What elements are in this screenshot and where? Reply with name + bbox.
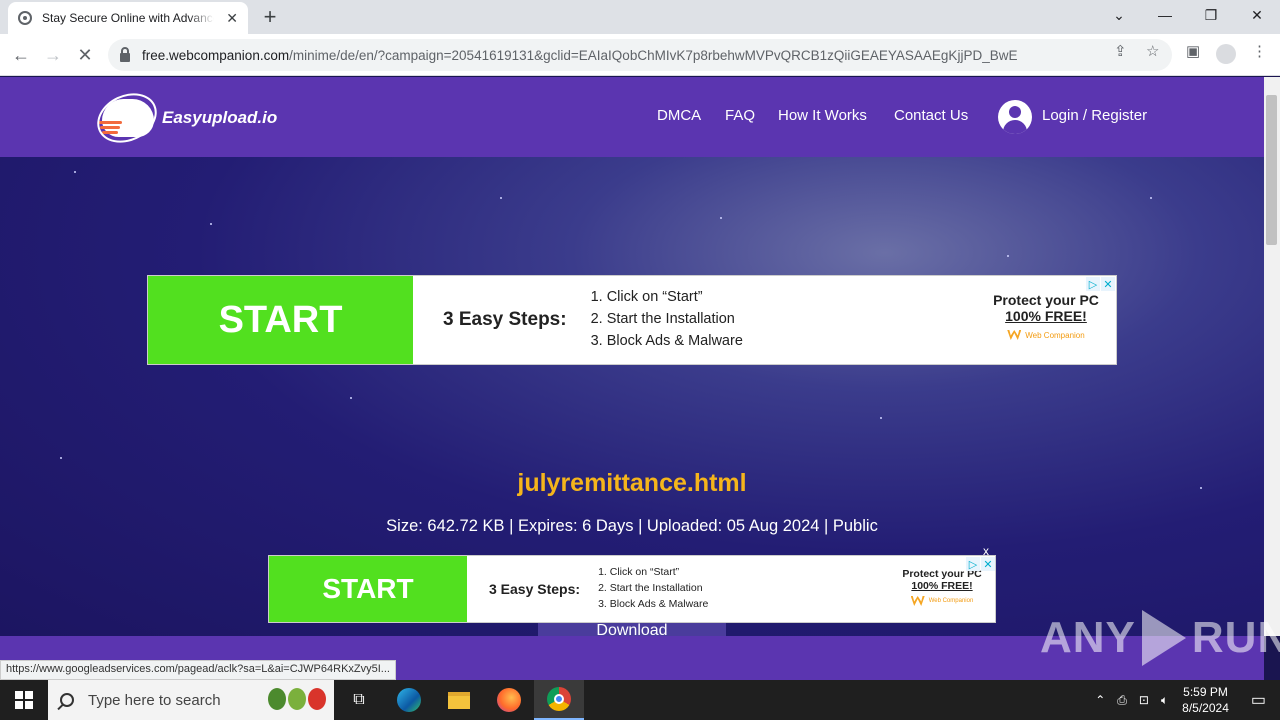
nav-dmca[interactable]: DMCA (657, 107, 701, 124)
clock-date: 8/5/2024 (1182, 701, 1229, 715)
bookmark-star-icon[interactable]: ☆ (1146, 42, 1159, 60)
share-icon[interactable]: ⇪ (1114, 42, 1127, 60)
login-register-link[interactable]: Login / Register (1042, 107, 1147, 124)
site-logo[interactable]: Easyupload.io (89, 84, 278, 152)
file-explorer-icon[interactable] (434, 680, 484, 720)
notifications-icon[interactable]: ▭ (1251, 690, 1266, 710)
profile-avatar-icon[interactable] (1216, 44, 1236, 64)
firefox-icon[interactable] (484, 680, 534, 720)
chrome-icon[interactable] (534, 680, 584, 720)
file-meta: Size: 642.72 KB | Expires: 6 Days | Uplo… (386, 517, 878, 535)
play-logo-icon (1141, 610, 1186, 666)
ad-step: 3. Block Ads & Malware (590, 332, 743, 349)
ad-protect-block: Protect your PC 100% FREE! Web Companion (986, 292, 1106, 340)
new-tab-button[interactable]: + (258, 4, 282, 30)
url-host: free.webcompanion.com (142, 47, 290, 63)
nav-how-it-works[interactable]: How It Works (778, 107, 867, 124)
tray-device-icon[interactable]: ⎙ (1117, 693, 1127, 708)
ad-banner-top[interactable]: START 3 Easy Steps: 1. Click on “Start” … (147, 275, 1117, 365)
web-companion-label: Web Companion (928, 598, 974, 604)
address-bar[interactable]: free.webcompanion.com/minime/de/en/?camp… (108, 39, 1172, 71)
ad-info-icon[interactable]: ▷ (1086, 277, 1100, 291)
site-favicon-icon (18, 11, 32, 25)
task-view-icon[interactable]: ⧉ (334, 680, 384, 720)
ad-steps-title: 3 Easy Steps: (489, 581, 581, 597)
volume-icon[interactable]: 🔈︎ (1161, 693, 1168, 708)
ad-choices-badge[interactable]: ▷ ✕ (1086, 277, 1115, 291)
ad-choices-badge[interactable]: ▷ ✕ (966, 557, 995, 571)
search-icon (60, 693, 74, 707)
status-bar-url: https://www.googleadservices.com/pagead/… (0, 660, 396, 680)
menu-kebab-icon[interactable]: ⋮ (1252, 42, 1267, 60)
ad-steps-title: 3 Easy Steps: (443, 309, 567, 330)
web-companion-logo-icon (910, 596, 925, 606)
ad-start-button[interactable]: START (148, 276, 413, 364)
logo-text: Easyupload.io (162, 108, 278, 127)
web-companion-brand: Web Companion (897, 596, 987, 606)
cloud-logo-icon (89, 84, 165, 152)
ad-step: 1. Click on “Start” (590, 289, 703, 306)
search-highlight-icon (268, 688, 326, 710)
ad-banner-bottom[interactable]: START 3 Easy Steps: 1. Click on “Start” … (268, 555, 996, 623)
ad-start-button[interactable]: START (269, 556, 467, 622)
network-icon[interactable]: ⊡ (1139, 693, 1149, 707)
edge-browser-icon[interactable] (384, 680, 434, 720)
ad-close-icon[interactable]: ✕ (1101, 277, 1115, 291)
restore-button[interactable]: ❐ (1188, 0, 1234, 30)
url-path: /minime/de/en/?campaign=20541619131&gcli… (289, 47, 1018, 63)
lock-icon[interactable] (120, 46, 130, 62)
ad-protect-line: Protect your PC (993, 292, 1099, 308)
clock-time: 5:59 PM (1183, 685, 1228, 699)
tab-title: Stay Secure Online with Advanced (42, 11, 214, 25)
windows-taskbar: Type here to search ⧉ ⌃ ⎙ ⊡ 🔈︎ 5:59 PM 8… (0, 680, 1280, 720)
web-companion-label: Web Companion (1025, 330, 1085, 340)
start-button[interactable] (0, 680, 48, 720)
nav-contact-us[interactable]: Contact Us (894, 107, 968, 124)
web-companion-brand: Web Companion (986, 330, 1106, 340)
ad-step: 2. Start the Installation (598, 582, 703, 595)
site-header: Easyupload.io DMCA FAQ How It Works Cont… (0, 77, 1264, 157)
close-window-button[interactable]: ✕ (1234, 0, 1280, 30)
browser-toolbar: ← → ✕ free.webcompanion.com/minime/de/en… (0, 34, 1280, 76)
ad-step: 3. Block Ads & Malware (598, 597, 709, 610)
watermark-right: RUN (1191, 613, 1280, 662)
file-name: julyremittance.html (517, 469, 747, 497)
forward-button[interactable]: → (40, 42, 66, 68)
user-avatar-icon[interactable] (998, 100, 1032, 134)
ad-step: 1. Click on “Start” (598, 566, 680, 579)
tray-chevron-icon[interactable]: ⌃ (1095, 693, 1105, 707)
ad-steps-list: 1. Click on “Start” 2. Start the Install… (598, 565, 708, 612)
system-tray: ⌃ ⎙ ⊡ 🔈︎ 5:59 PM 8/5/2024 ▭ (1089, 680, 1280, 720)
web-companion-logo-icon (1007, 330, 1022, 340)
ad-protect-block: Protect your PC 100% FREE! Web Companion (897, 568, 987, 606)
tab-search-chevron-icon[interactable]: ⌄ (1096, 0, 1142, 30)
stop-loading-button[interactable]: ✕ (72, 42, 98, 68)
scrollbar-thumb[interactable] (1266, 95, 1277, 245)
close-tab-icon[interactable]: ✕ (226, 10, 238, 27)
taskbar-search-box[interactable]: Type here to search (48, 680, 334, 720)
ad-free-line: 100% FREE! (911, 580, 973, 592)
ad-close-icon[interactable]: ✕ (981, 557, 995, 571)
ad-dismiss-x-icon[interactable]: x (983, 544, 989, 558)
nav-faq[interactable]: FAQ (725, 107, 755, 124)
browser-tab[interactable]: Stay Secure Online with Advanced ✕ (8, 2, 248, 34)
ad-free-line: 100% FREE! (1005, 308, 1087, 324)
ad-step: 2. Start the Installation (590, 311, 735, 328)
back-button[interactable]: ← (8, 42, 34, 68)
browser-tab-strip: Stay Secure Online with Advanced ✕ + ⌄ —… (0, 0, 1280, 34)
taskbar-clock[interactable]: 5:59 PM 8/5/2024 (1182, 684, 1229, 716)
search-placeholder: Type here to search (88, 691, 221, 709)
ad-info-icon[interactable]: ▷ (966, 557, 980, 571)
ad-steps-list: 1. Click on “Start” 2. Start the Install… (591, 287, 743, 352)
anyrun-watermark: ANY RUN (1040, 610, 1280, 666)
minimize-button[interactable]: — (1142, 0, 1188, 30)
watermark-left: ANY (1040, 613, 1136, 662)
windows-logo-icon (15, 691, 33, 709)
side-panel-icon[interactable]: ▣ (1186, 42, 1200, 60)
